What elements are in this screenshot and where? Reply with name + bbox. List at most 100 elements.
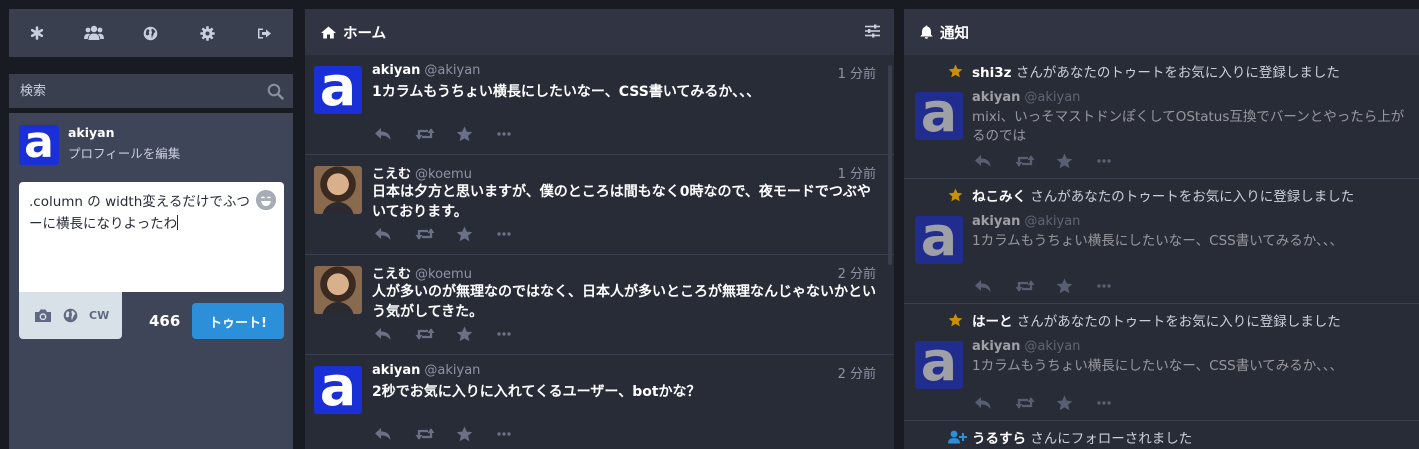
compose-drawer: a akiyan プロフィールを編集 .column の width変えるだけで… xyxy=(9,9,293,449)
avatar[interactable] xyxy=(314,266,362,314)
more-button[interactable] xyxy=(1097,278,1138,294)
account-handle: @akiyan xyxy=(1024,339,1081,354)
status[interactable]: a akiyan @akiyan 1 分前 1カラムもうちょい横長にしたいなー、CSS書… xyxy=(305,55,894,155)
boost-button[interactable] xyxy=(1015,278,1056,294)
boost-button[interactable] xyxy=(1015,153,1056,169)
compose-text-line: ーに横長になりよったわ xyxy=(29,216,178,232)
boost-icon xyxy=(1015,280,1035,292)
reply-button[interactable] xyxy=(974,153,1015,169)
gear-icon xyxy=(200,25,215,41)
favourite-button[interactable] xyxy=(1056,278,1097,294)
column-title: ホーム xyxy=(343,25,387,42)
column-header[interactable]: ホーム xyxy=(305,9,894,55)
notification-account[interactable]: うるすら xyxy=(972,431,1026,447)
reply-button[interactable] xyxy=(374,126,415,142)
reply-icon xyxy=(975,397,991,409)
reply-button[interactable] xyxy=(374,226,415,242)
display-name[interactable]: akiyan xyxy=(372,63,420,78)
emoji-picker-icon[interactable] xyxy=(256,190,276,210)
more-button[interactable] xyxy=(497,226,538,242)
search-box xyxy=(9,74,293,108)
search-input[interactable] xyxy=(9,74,293,108)
notification-account[interactable]: ねこみく xyxy=(972,189,1026,205)
more-button[interactable] xyxy=(1097,395,1138,411)
sliders-icon[interactable] xyxy=(865,24,880,38)
favourite-notification[interactable]: はーと さんがあなたのトゥートをお気に入りに登録しました a akiyan @akiy… xyxy=(904,304,1419,421)
status-action-bar xyxy=(374,326,538,342)
reply-button[interactable] xyxy=(374,426,415,442)
profile-display-name[interactable]: akiyan xyxy=(68,125,180,140)
getting-started-button[interactable] xyxy=(9,9,66,57)
ellipsis-icon xyxy=(497,332,511,336)
account-handle: @akiyan xyxy=(1024,214,1081,229)
favourite-button[interactable] xyxy=(456,126,497,142)
display-name[interactable]: こえむ xyxy=(372,267,411,282)
avatar[interactable]: a xyxy=(314,366,362,414)
notifications-list[interactable]: shi3z さんがあなたのトゥートをお気に入りに登録しました a akiyan @ak… xyxy=(904,55,1419,449)
camera-icon[interactable] xyxy=(34,308,52,323)
status[interactable]: こえむ @koemu 2 分前 人が多いのが無理なのではなく、日本人が多いところが無理… xyxy=(305,255,894,355)
follow-notification[interactable]: うるすら さんにフォローされました xyxy=(904,421,1419,449)
home-icon xyxy=(321,26,336,38)
favourite-notification[interactable]: ねこみく さんがあなたのトゥートをお気に入りに登録しました a akiyan @aki… xyxy=(904,179,1419,304)
relative-time[interactable]: 1 分前 xyxy=(838,63,876,82)
favourite-notification[interactable]: shi3z さんがあなたのトゥートをお気に入りに登録しました a akiyan @ak… xyxy=(904,55,1419,179)
reply-button[interactable] xyxy=(974,395,1015,411)
boost-button[interactable] xyxy=(1015,395,1056,411)
favourite-button[interactable] xyxy=(1056,395,1097,411)
more-button[interactable] xyxy=(497,326,538,342)
boost-button[interactable] xyxy=(415,426,456,442)
reply-icon xyxy=(375,128,391,140)
search-icon[interactable] xyxy=(267,83,284,100)
account-handle: @akiyan xyxy=(1024,90,1081,105)
globe-icon[interactable] xyxy=(63,308,78,323)
compose-textarea[interactable]: .column の width変えるだけでふつ ーに横長になりよったわ xyxy=(19,182,284,292)
avatar[interactable]: a xyxy=(915,341,963,389)
star-icon xyxy=(456,226,473,242)
favourite-button[interactable] xyxy=(456,226,497,242)
favourite-button[interactable] xyxy=(1056,153,1097,169)
boost-button[interactable] xyxy=(415,126,456,142)
favourite-button[interactable] xyxy=(456,426,497,442)
toot-button[interactable]: トゥート! xyxy=(192,303,284,339)
preferences-button[interactable] xyxy=(179,9,236,57)
home-timeline[interactable]: a akiyan @akiyan 1 分前 1カラムもうちょい横長にしたいなー、CSS書… xyxy=(305,55,894,449)
relative-time[interactable]: 2 分前 xyxy=(838,263,876,282)
account-handle: @akiyan xyxy=(424,363,481,378)
boost-button[interactable] xyxy=(415,326,456,342)
avatar[interactable] xyxy=(314,166,362,214)
notification-account[interactable]: はーと xyxy=(972,314,1013,330)
display-name[interactable]: こえむ xyxy=(372,167,411,182)
notification-message: shi3z さんがあなたのトゥートをお気に入りに登録しました xyxy=(972,65,1340,81)
display-name[interactable]: akiyan xyxy=(972,214,1020,229)
content-warning-button[interactable]: CW xyxy=(89,309,109,322)
local-timeline-button[interactable] xyxy=(66,9,123,57)
favourite-button[interactable] xyxy=(456,326,497,342)
reply-button[interactable] xyxy=(974,278,1015,294)
boost-button[interactable] xyxy=(415,226,456,242)
ellipsis-icon xyxy=(497,232,511,236)
notification-account[interactable]: shi3z xyxy=(972,65,1012,81)
more-button[interactable] xyxy=(497,426,538,442)
avatar[interactable]: a xyxy=(314,66,362,114)
status[interactable]: a akiyan @akiyan 2 分前 2秒でお気に入りに入れてくるユーザー、bot… xyxy=(305,355,894,449)
display-name[interactable]: akiyan xyxy=(972,339,1020,354)
column-header[interactable]: 通知 xyxy=(904,9,1419,55)
display-name[interactable]: akiyan xyxy=(972,90,1020,105)
scrollbar[interactable] xyxy=(888,65,892,265)
reply-button[interactable] xyxy=(374,326,415,342)
relative-time[interactable]: 2 分前 xyxy=(838,363,876,382)
more-button[interactable] xyxy=(1097,153,1138,169)
star-icon xyxy=(456,126,473,142)
edit-profile-link[interactable]: プロフィールを編集 xyxy=(68,143,180,162)
more-button[interactable] xyxy=(497,126,538,142)
avatar[interactable]: a xyxy=(915,92,963,140)
federated-timeline-button[interactable] xyxy=(123,9,180,57)
status[interactable]: こえむ @koemu 1 分前 日本は夕方と思いますが、僕のところは間もなく0時なので… xyxy=(305,155,894,255)
logout-button[interactable] xyxy=(236,9,293,57)
relative-time[interactable]: 1 分前 xyxy=(838,163,876,182)
avatar[interactable]: a xyxy=(915,216,963,264)
display-name[interactable]: akiyan xyxy=(372,363,420,378)
ellipsis-icon xyxy=(1097,284,1111,288)
avatar[interactable]: a xyxy=(19,125,59,165)
